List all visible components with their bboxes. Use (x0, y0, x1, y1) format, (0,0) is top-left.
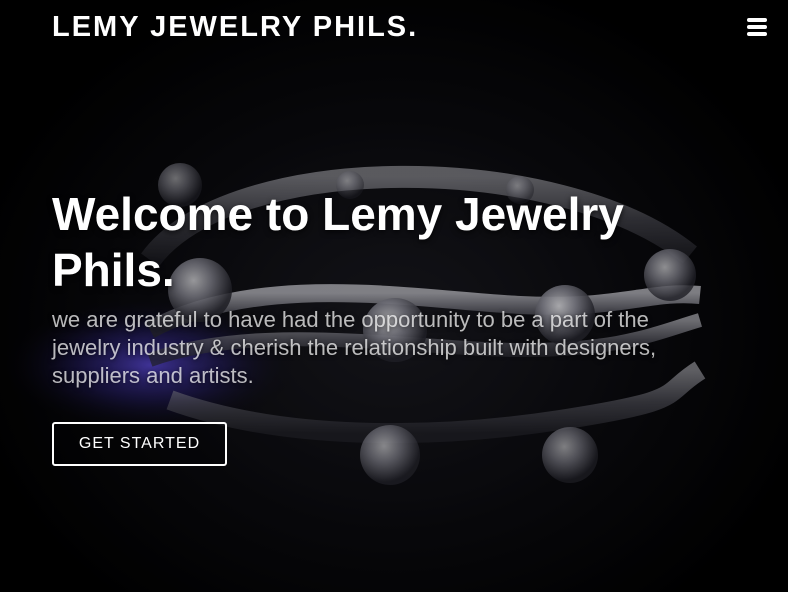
hero-title: Welcome to Lemy Jewelry Phils. (52, 188, 624, 296)
menu-bar (747, 25, 767, 29)
menu-bar (747, 32, 767, 36)
top-navbar: LEMY JEWELRY PHILS. (0, 0, 788, 56)
get-started-button[interactable]: GET STARTED (52, 422, 227, 466)
page: LEMY JEWELRY PHILS. Welcome to Lemy Jewe… (0, 0, 788, 592)
brand-logo-text[interactable]: LEMY JEWELRY PHILS. (52, 10, 418, 44)
hero-subtitle: we are grateful to have had the opportun… (52, 307, 657, 388)
menu-bar (747, 18, 767, 22)
hamburger-menu-icon[interactable] (744, 14, 770, 40)
